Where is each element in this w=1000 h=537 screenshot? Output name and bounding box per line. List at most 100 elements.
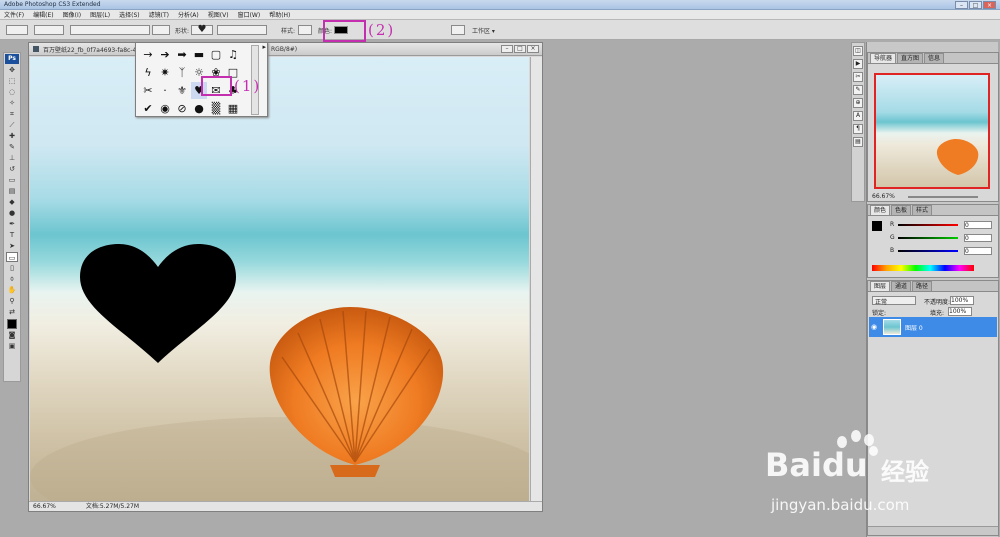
healing-brush-tool-icon[interactable]: ✚ — [6, 131, 18, 141]
shape-tool-buttons[interactable] — [70, 25, 150, 35]
r-slider[interactable] — [898, 224, 958, 226]
pen-tool-icon[interactable]: ✒ — [6, 219, 18, 229]
paragraph-panel-icon[interactable]: ¶ — [853, 124, 863, 134]
move-tool-icon[interactable]: ✥ — [6, 65, 18, 75]
custom-shape-tool-icon[interactable]: ▭ — [6, 252, 18, 262]
crop-tool-icon[interactable]: ⌗ — [6, 109, 18, 119]
screen-mode-icon[interactable]: ▣ — [6, 341, 18, 351]
marquee-tool-icon[interactable]: ⬚ — [6, 76, 18, 86]
palette-well-button[interactable] — [451, 25, 465, 35]
tab-paths[interactable]: 路径 — [912, 281, 933, 291]
menu-filter[interactable]: 滤镜(T) — [149, 10, 169, 19]
blend-mode-select[interactable]: 正常 — [872, 296, 916, 306]
doc-minimize-button[interactable]: – — [501, 45, 513, 53]
shape-bubble-icon[interactable]: ● — [191, 100, 207, 117]
menu-help[interactable]: 帮助(H) — [269, 10, 290, 19]
navigator-thumbnail[interactable] — [874, 73, 990, 189]
dodge-tool-icon[interactable]: ● — [6, 208, 18, 218]
color-spectrum-bar[interactable] — [872, 265, 974, 271]
brushes-panel-icon[interactable]: ✎ — [853, 85, 863, 95]
fg-color-swatch[interactable] — [872, 221, 882, 231]
tab-histogram[interactable]: 直方图 — [897, 53, 924, 63]
shape-target-icon[interactable]: ◉ — [157, 100, 173, 117]
geometry-options-button[interactable] — [152, 25, 170, 35]
clone-stamp-tool-icon[interactable]: ⊥ — [6, 153, 18, 163]
layer-name[interactable]: 图层 0 — [905, 323, 923, 332]
shape-spark-icon[interactable]: ϟ — [140, 64, 156, 81]
b-value[interactable]: 0 — [964, 247, 992, 255]
lasso-tool-icon[interactable]: ◌ — [6, 87, 18, 97]
eraser-tool-icon[interactable]: ▭ — [6, 175, 18, 185]
shape-fleur-de-lis-icon[interactable]: ⚜ — [174, 82, 190, 99]
doc-close-button[interactable]: × — [527, 45, 539, 53]
menu-select[interactable]: 选择(S) — [119, 10, 140, 19]
shape-arrow-thin-icon[interactable]: → — [140, 46, 156, 63]
shape-arrow-bold-icon[interactable]: ➡ — [174, 46, 190, 63]
tab-styles[interactable]: 样式 — [912, 205, 933, 215]
history-brush-tool-icon[interactable]: ↺ — [6, 164, 18, 174]
menu-file[interactable]: 文件(F) — [4, 10, 24, 19]
vertical-scrollbar[interactable] — [530, 57, 542, 501]
history-panel-icon[interactable]: ◫ — [853, 46, 863, 56]
swap-colors-icon[interactable]: ⇄ — [6, 307, 18, 317]
visibility-eye-icon[interactable]: ◉ — [871, 323, 879, 331]
workspace-menu[interactable]: 工作区 ▾ — [472, 26, 495, 35]
zoom-tool-icon[interactable]: ⚲ — [6, 296, 18, 306]
opacity-field[interactable]: 100% — [950, 296, 974, 305]
tool-presets-icon[interactable]: ✂ — [853, 72, 863, 82]
navigator-zoom[interactable]: 66.67% — [872, 193, 895, 200]
g-value[interactable]: 0 — [964, 234, 992, 242]
b-slider[interactable] — [898, 250, 958, 252]
style-picker[interactable] — [298, 25, 312, 35]
menu-layer[interactable]: 图层(L) — [90, 10, 110, 19]
custom-shape-picker[interactable]: ♥ — [191, 25, 213, 35]
doc-maximize-button[interactable]: □ — [514, 45, 526, 53]
shape-banner-icon[interactable]: ▬ — [191, 46, 207, 63]
tab-layers[interactable]: 图层 — [870, 281, 891, 291]
shape-frame-icon[interactable]: ▢ — [208, 46, 224, 63]
menu-image[interactable]: 图像(I) — [63, 10, 81, 19]
shape-burst-icon[interactable]: ✷ — [157, 64, 173, 81]
path-selection-tool-icon[interactable]: ➤ — [6, 241, 18, 251]
quick-mask-icon[interactable]: ◙ — [6, 330, 18, 340]
tab-swatches[interactable]: 色板 — [891, 205, 912, 215]
maximize-button[interactable]: □ — [969, 0, 982, 9]
shape-grass-icon[interactable]: ᛉ — [174, 64, 190, 81]
navigator-zoom-slider[interactable] — [908, 196, 978, 198]
shape-pattern-icon[interactable]: ▒ — [208, 100, 224, 117]
shape-check-icon[interactable]: ✔ — [140, 100, 156, 117]
r-value[interactable]: 0 — [964, 221, 992, 229]
menu-view[interactable]: 视图(V) — [208, 10, 229, 19]
tool-preset-picker[interactable] — [6, 25, 28, 35]
status-zoom[interactable]: 66.67% — [33, 502, 56, 511]
blur-tool-icon[interactable]: ◆ — [6, 197, 18, 207]
tab-navigator[interactable]: 导航器 — [870, 53, 897, 63]
menu-analysis[interactable]: 分析(A) — [178, 10, 199, 19]
layer-comps-icon[interactable]: ▤ — [853, 137, 863, 147]
foreground-color-swatch[interactable] — [7, 319, 17, 329]
character-panel-icon[interactable]: A — [853, 111, 863, 121]
actions-panel-icon[interactable]: ▶ — [853, 59, 863, 69]
menu-window[interactable]: 窗口(W) — [238, 10, 261, 19]
notes-tool-icon[interactable]: ▯ — [6, 263, 18, 273]
minimize-button[interactable]: – — [955, 0, 968, 9]
image-canvas[interactable] — [30, 57, 529, 501]
picker-options-icon[interactable]: ▸ — [262, 43, 266, 51]
shape-forbidden-icon[interactable]: ⊘ — [174, 100, 190, 117]
tab-info[interactable]: 信息 — [924, 53, 945, 63]
gradient-tool-icon[interactable]: ▤ — [6, 186, 18, 196]
shape-checker-icon[interactable]: ▦ — [225, 100, 241, 117]
shape-music-note-icon[interactable]: ♫ — [225, 46, 241, 63]
hand-tool-icon[interactable]: ✋ — [6, 285, 18, 295]
clone-source-icon[interactable]: ⊕ — [853, 98, 863, 108]
close-button[interactable]: × — [983, 0, 996, 9]
shape-scissors-icon[interactable]: ✂ — [140, 82, 156, 99]
slice-tool-icon[interactable]: ⟋ — [6, 120, 18, 130]
tab-color[interactable]: 颜色 — [870, 205, 891, 215]
fill-field[interactable]: 100% — [948, 307, 972, 316]
eyedropper-tool-icon[interactable]: ⌽ — [6, 274, 18, 284]
magic-wand-tool-icon[interactable]: ✧ — [6, 98, 18, 108]
shape-arrow-icon[interactable]: ➔ — [157, 46, 173, 63]
layer-row[interactable]: ◉ 图层 0 — [869, 317, 997, 337]
path-ops-buttons[interactable] — [217, 25, 267, 35]
